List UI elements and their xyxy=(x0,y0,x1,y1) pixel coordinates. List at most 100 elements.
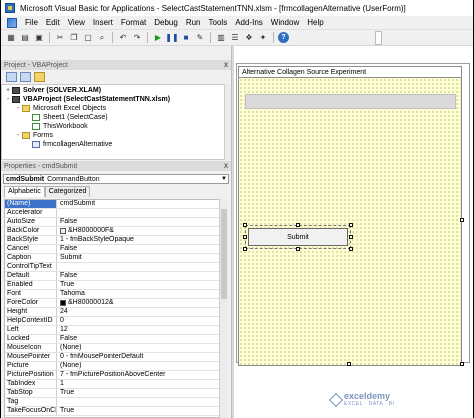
property-value[interactable]: 1 xyxy=(57,380,227,388)
insert-userform-icon[interactable]: ▤ xyxy=(19,32,31,44)
cut-icon[interactable]: ✂ xyxy=(54,32,66,44)
property-value[interactable]: False xyxy=(57,245,227,253)
properties-scrollbar[interactable] xyxy=(219,199,228,418)
project-pane-close-icon[interactable]: x xyxy=(224,60,228,70)
find-icon[interactable]: ⌕ xyxy=(96,32,108,44)
property-row[interactable]: MouseIcon (None) xyxy=(5,344,227,353)
excel-view-icon[interactable]: ▦ xyxy=(5,32,17,44)
tree-node[interactable]: - Forms xyxy=(4,131,224,140)
save-icon[interactable]: ▣ xyxy=(33,32,45,44)
run-icon[interactable]: ▶ xyxy=(152,32,164,44)
menu-format[interactable]: Format xyxy=(117,18,150,27)
tree-node[interactable]: - Microsoft Excel Objects xyxy=(4,104,224,113)
property-value[interactable] xyxy=(57,263,227,271)
copy-icon[interactable]: ❐ xyxy=(68,32,80,44)
toggle-folders-icon[interactable] xyxy=(34,72,45,82)
object-browser-icon[interactable]: ❖ xyxy=(243,32,255,44)
menu-file[interactable]: File xyxy=(21,18,42,27)
tab-alphabetic[interactable]: Alphabetic xyxy=(4,186,45,197)
tree-node[interactable]: - VBAProject (SelectCastStatementTNN.xlsm… xyxy=(4,95,224,104)
property-row[interactable]: BackColor &H8000000F& xyxy=(5,227,227,236)
property-value[interactable]: 0 - fmMousePointerDefault xyxy=(57,353,227,361)
tree-node[interactable]: ThisWorkbook xyxy=(4,122,224,131)
resize-handle[interactable] xyxy=(243,235,247,239)
property-value[interactable]: False xyxy=(57,272,227,280)
property-row[interactable]: Locked False xyxy=(5,335,227,344)
property-value[interactable]: 7 - fmPicturePositionAboveCenter xyxy=(57,371,227,379)
tree-node[interactable]: + Solver (SOLVER.XLAM) xyxy=(4,86,224,95)
properties-icon[interactable]: ☰ xyxy=(229,32,241,44)
property-row[interactable]: Left 12 xyxy=(5,326,227,335)
property-value[interactable]: (None) xyxy=(57,362,227,370)
property-row[interactable]: MousePointer 0 - fmMousePointerDefault xyxy=(5,353,227,362)
resize-handle[interactable] xyxy=(349,247,353,251)
resize-handle[interactable] xyxy=(296,223,300,227)
property-row[interactable]: HelpContextID 0 xyxy=(5,317,227,326)
property-value[interactable]: Tahoma xyxy=(57,290,227,298)
property-row[interactable]: Default False xyxy=(5,272,227,281)
resize-handle[interactable] xyxy=(243,223,247,227)
userform-label-control[interactable] xyxy=(245,94,456,109)
property-row[interactable]: Picture (None) xyxy=(5,362,227,371)
property-row[interactable]: Caption Submit xyxy=(5,254,227,263)
property-value[interactable]: cmdSubmit xyxy=(57,200,227,208)
property-row[interactable]: PicturePosition 7 - fmPicturePositionAbov… xyxy=(5,371,227,380)
property-value[interactable]: &H8000000F& xyxy=(57,227,227,235)
view-code-icon[interactable] xyxy=(6,72,17,82)
property-row[interactable]: Enabled True xyxy=(5,281,227,290)
resize-handle[interactable] xyxy=(243,247,247,251)
property-row[interactable]: TakeFocusOnClickTrue xyxy=(5,407,227,416)
reset-icon[interactable]: ■ xyxy=(180,32,192,44)
menu-help[interactable]: Help xyxy=(303,18,327,27)
tree-node[interactable]: frmcollagenAlternative xyxy=(4,140,224,149)
property-row[interactable]: Tag xyxy=(5,398,227,407)
toolbox-icon[interactable]: ✦ xyxy=(257,32,269,44)
menu-edit[interactable]: Edit xyxy=(42,18,64,27)
property-row[interactable]: ForeColor &H80000012& xyxy=(5,299,227,308)
property-value[interactable]: 24 xyxy=(57,308,227,316)
object-selector-dropdown[interactable]: cmdSubmit CommandButton ▼ xyxy=(3,174,229,184)
property-row[interactable]: AutoSize False xyxy=(5,218,227,227)
properties-pane-close-icon[interactable]: x xyxy=(224,161,228,171)
property-row[interactable]: TabIndex 1 xyxy=(5,380,227,389)
property-value[interactable] xyxy=(57,209,227,217)
help-icon[interactable]: ? xyxy=(278,32,289,43)
property-row[interactable]: Accelerator xyxy=(5,209,227,218)
resize-handle[interactable] xyxy=(349,235,353,239)
menu-insert[interactable]: Insert xyxy=(89,18,117,27)
property-row[interactable]: Height 24 xyxy=(5,308,227,317)
paste-icon[interactable]: ▢ xyxy=(82,32,94,44)
property-row[interactable]: Font Tahoma xyxy=(5,290,227,299)
menu-debug[interactable]: Debug xyxy=(150,18,182,27)
property-value[interactable] xyxy=(57,398,227,406)
collapse-icon[interactable]: - xyxy=(4,96,12,104)
collapse-icon[interactable]: - xyxy=(14,105,22,113)
toolbar-overflow-scroll[interactable] xyxy=(375,31,382,45)
resize-handle[interactable] xyxy=(296,247,300,251)
view-object-icon[interactable] xyxy=(20,72,31,82)
expand-icon[interactable]: + xyxy=(4,87,12,95)
menu-add-ins[interactable]: Add-Ins xyxy=(231,18,267,27)
property-row[interactable]: TabStop True xyxy=(5,389,227,398)
property-value[interactable]: 0 xyxy=(57,317,227,325)
property-row[interactable]: (Name) cmdSubmit xyxy=(5,200,227,209)
menu-run[interactable]: Run xyxy=(182,18,205,27)
design-mode-icon[interactable]: ✎ xyxy=(194,32,206,44)
userform-resize-handle[interactable] xyxy=(460,362,464,366)
collapse-icon[interactable]: - xyxy=(14,132,22,140)
menu-view[interactable]: View xyxy=(64,18,89,27)
tab-categorized[interactable]: Categorized xyxy=(44,186,91,197)
submit-button[interactable]: Submit xyxy=(248,228,348,246)
property-value[interactable]: True xyxy=(57,407,227,415)
resize-handle[interactable] xyxy=(349,223,353,227)
property-value[interactable]: True xyxy=(57,281,227,289)
break-icon[interactable]: ❚❚ xyxy=(165,32,178,44)
property-value[interactable]: (None) xyxy=(57,344,227,352)
userform-resize-handle[interactable] xyxy=(347,362,351,366)
userform-resize-handle[interactable] xyxy=(460,218,464,222)
property-value[interactable]: False xyxy=(57,218,227,226)
menu-tools[interactable]: Tools xyxy=(205,18,232,27)
property-value[interactable]: 1 - fmBackStyleOpaque xyxy=(57,236,227,244)
tree-node[interactable]: Sheet1 (SelectCase) xyxy=(4,113,224,122)
menu-window[interactable]: Window xyxy=(267,18,303,27)
